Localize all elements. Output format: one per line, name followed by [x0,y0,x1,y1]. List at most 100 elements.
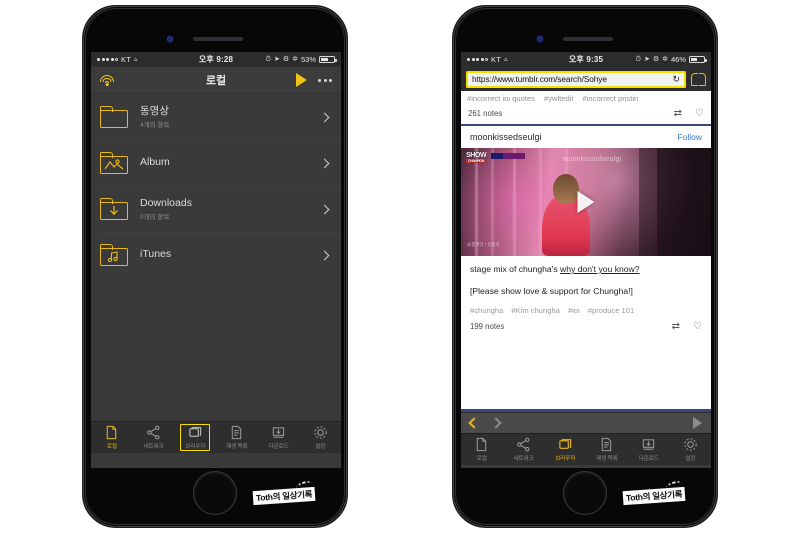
tab-settings[interactable]: 설정 [669,434,711,465]
tab-label: 네트워크 [513,455,534,462]
video-overlay-watermark: moonkissedseulgi [562,156,622,163]
tag[interactable]: #produce 101 [588,306,634,315]
post-actions: ⇄ ♡ [672,321,702,332]
tab-label: 설정 [685,455,696,462]
top-post-tags: #incorrect ioi quotes #ywltedit #incorre… [461,91,711,105]
battery-icon [319,55,337,64]
mountain-glyph [104,159,124,170]
reblog-icon[interactable]: ⇄ [674,108,682,119]
list-item-subtitle: 4개의 항목 [140,122,170,130]
chevron-right-icon[interactable] [490,417,502,429]
tab-label: 네트워크 [143,443,164,450]
post-username[interactable]: moonkissedseulgi [470,132,542,142]
tab-download[interactable]: 다운로드 [258,422,300,453]
status-time: 오후 9:35 [568,55,604,64]
tab-network[interactable]: 네트워크 [133,422,175,453]
reblog-icon[interactable]: ⇄ [672,321,680,332]
list-item-text: Album [140,156,321,171]
browser-navbar [461,412,711,433]
front-camera-icon [167,36,173,42]
list-item-title: iTunes [140,247,172,260]
right-phone-screen: KT ▵ 오후 9:35 ⏱ ➤ ⚙ ✲ 46% https://www.tum… [461,52,711,468]
watermark-text: Toth의 일상기록 [625,489,683,503]
front-camera-icon [537,36,543,42]
tab-download[interactable]: 다운로드 [628,434,670,465]
play-icon[interactable] [693,417,702,429]
right-phone-device: KT ▵ 오후 9:35 ⏱ ➤ ⚙ ✲ 46% https://www.tum… [452,5,718,528]
webview[interactable]: #incorrect ioi quotes #ywltedit #incorre… [461,91,711,412]
post-notes-row: 199 notes ⇄ ♡ [461,319,711,336]
right-tabbar: 로컬 네트워크 브라우저 재생 목록 다운로드 설정 [461,433,711,465]
list-item-title: Album [140,155,170,168]
list-item[interactable]: iTunes [91,232,341,278]
tab-label: 로컬 [106,443,117,450]
tab-playlist[interactable]: 재생 목록 [216,422,258,453]
tab-local[interactable]: 로컬 [461,434,503,465]
earpiece-speaker [193,37,243,41]
browser-icon [189,427,201,438]
follow-button[interactable]: Follow [677,132,702,142]
tag[interactable]: #ioi [568,306,580,315]
list-item-subtitle: 0개의 항목 [140,214,170,222]
folder-music-icon [100,244,128,266]
reload-icon[interactable]: ↻ [672,74,680,85]
music-note-glyph [107,251,118,262]
home-button[interactable] [193,471,237,515]
tab-playlist[interactable]: 재생 목록 [586,434,628,465]
list-item-title: 동영상 [140,104,169,117]
tag[interactable]: #chungha [470,306,503,315]
bookmark-book-icon[interactable] [691,72,706,86]
tab-network[interactable]: 네트워크 [503,434,545,465]
tab-label: 브라우저 [185,443,206,450]
tab-label: 재생 목록 [226,443,248,450]
tag[interactable]: #incorrect ioi quotes [467,94,535,103]
video-thumbnail[interactable]: SHOW CHAMPION moonkissedseulgi 쇼챔피언 / 김청… [461,148,711,256]
post-header: moonkissedseulgi Follow [461,126,711,148]
tag[interactable]: #Kim chungha [511,306,560,315]
home-button[interactable] [563,471,607,515]
tag[interactable]: #incorrect pristin [583,94,639,103]
url-input[interactable]: https://www.tumblr.com/search/Sohye ↻ [466,70,686,88]
folder-list: 동영상 4개의 항목 Album Downloads 0개의 항목 iTunes [91,94,341,421]
play-icon[interactable] [577,191,595,213]
browser-icon [558,439,571,450]
left-phone-device: KT ▵ 오후 9:28 ⏱ ➤ ⚙ ✲ 53% 로컬 동영상 4개의 항목 A… [82,5,348,528]
chevron-left-icon[interactable] [468,417,480,429]
chevron-right-icon [319,112,330,122]
tab-label: 다운로드 [638,455,659,462]
left-phone-screen: KT ▵ 오후 9:28 ⏱ ➤ ⚙ ✲ 53% 로컬 동영상 4개의 항목 A… [91,52,341,468]
heart-icon[interactable]: ♡ [693,321,702,332]
settings-icon [314,426,327,439]
tab-label: 다운로드 [268,443,289,450]
video-subject-head [553,174,579,204]
earpiece-speaker [563,37,613,41]
tab-local[interactable]: 로컬 [91,422,133,453]
status-time: 오후 9:28 [198,55,234,64]
tab-browser[interactable]: 브라우저 [544,434,586,465]
notes-count[interactable]: 199 notes [470,322,504,331]
tab-label: 브라우저 [555,455,576,462]
right-status-bar: KT ▵ 오후 9:35 ⏱ ➤ ⚙ ✲ 46% [461,52,711,67]
watermark: Toth의 일상기록 [622,479,686,506]
list-item-text: iTunes [140,248,321,263]
tab-settings[interactable]: 설정 [299,422,341,453]
notes-count[interactable]: 261 notes [468,109,502,118]
list-item-text: 동영상 4개의 항목 [140,105,321,130]
battery-icon [689,55,707,64]
tag[interactable]: #ywltedit [544,94,574,103]
list-item[interactable]: Album [91,140,341,186]
playlist-icon [232,426,242,440]
playlist-icon [602,438,612,452]
heart-icon[interactable]: ♡ [695,108,704,119]
watermark-text: Toth의 일상기록 [255,489,313,503]
chevron-right-icon [319,158,330,168]
video-lower-third [491,153,525,159]
download-icon [272,427,285,438]
list-item[interactable]: Downloads 0개의 항목 [91,186,341,232]
list-item[interactable]: 동영상 4개의 항목 [91,94,341,140]
post-link[interactable]: why don't you know? [560,264,640,274]
tab-browser[interactable]: 브라우저 [174,422,216,453]
settings-icon [684,438,697,451]
tab-label: 설정 [315,443,326,450]
document-icon [107,426,117,440]
